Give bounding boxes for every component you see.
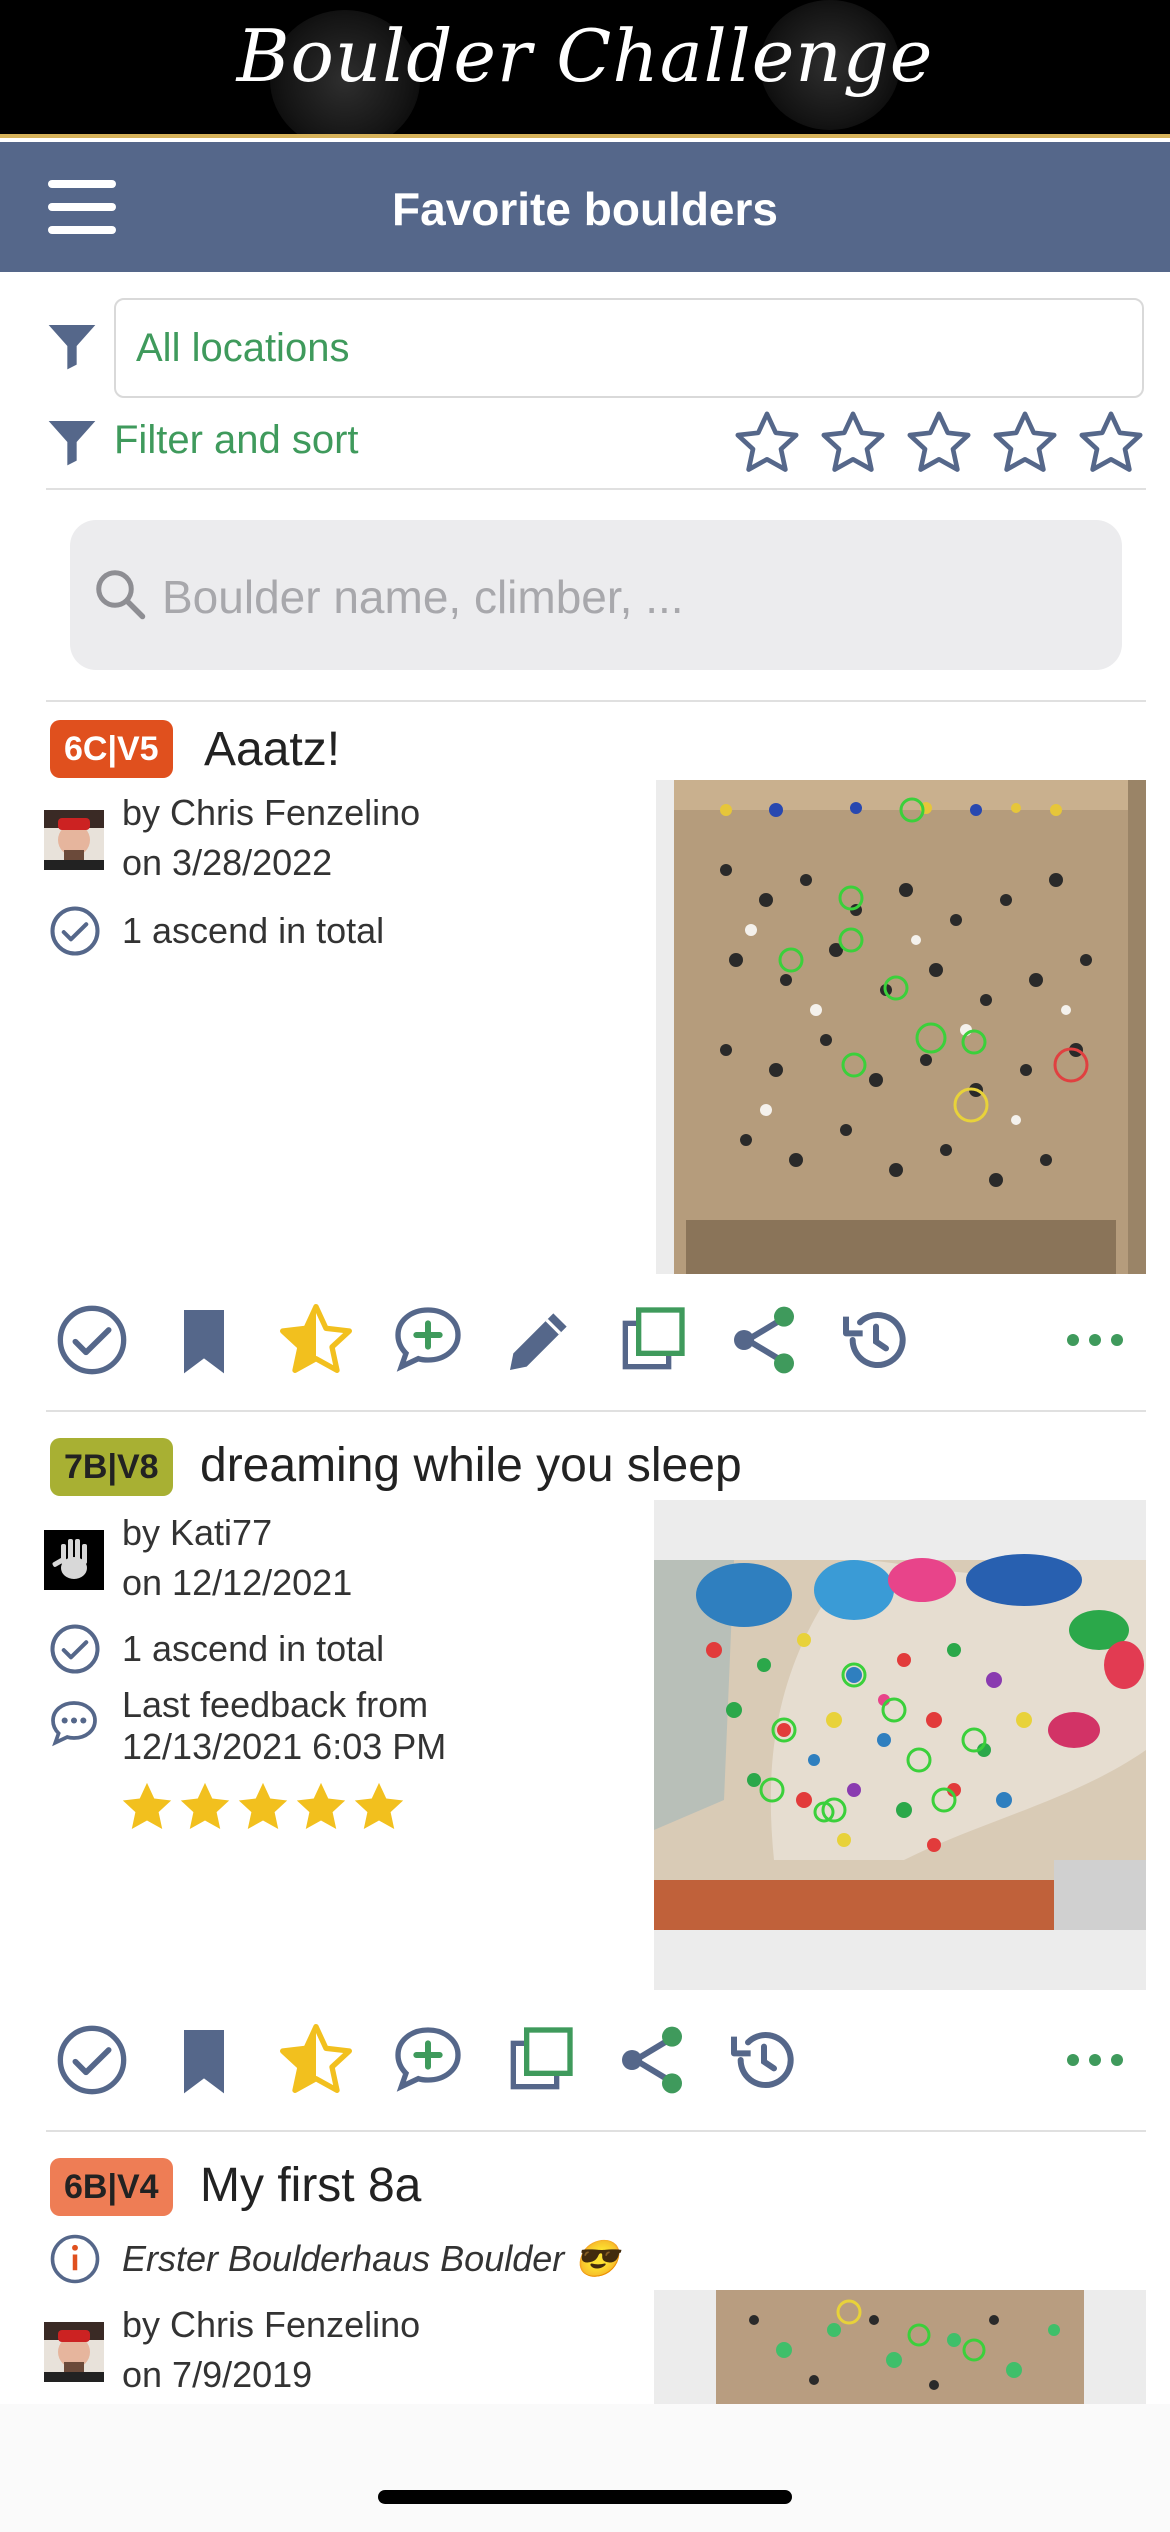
- check-circle-icon: [57, 2025, 127, 2095]
- divider: [46, 2130, 1146, 2132]
- star-filled-icon: [180, 1782, 230, 1829]
- divider: [46, 1410, 1146, 1412]
- boulder-date: on 12/12/2021: [122, 1562, 353, 1603]
- bookmark-icon: [184, 2030, 224, 2094]
- star-outline-icon[interactable]: [732, 408, 802, 478]
- check-circle-icon: [57, 1305, 127, 1375]
- feedback-rating: [118, 1778, 418, 1838]
- star-filled-icon: [122, 1782, 172, 1829]
- more-dots-icon: [1067, 1334, 1123, 1346]
- grade-badge: 6B|V4: [50, 2158, 173, 2216]
- divider: [46, 488, 1146, 490]
- comment-add-icon: [395, 1307, 461, 1372]
- bookmark-button[interactable]: [164, 1300, 244, 1380]
- navigation-bar: Favorite boulders: [0, 142, 1170, 272]
- climber-link[interactable]: by Chris Fenzelino: [122, 2304, 420, 2346]
- boulder-title[interactable]: dreaming while you sleep: [200, 1438, 742, 1493]
- search-input[interactable]: Boulder name, climber, ...: [70, 520, 1122, 670]
- search-placeholder: Boulder name, climber, ...: [162, 571, 684, 623]
- star-outline-icon[interactable]: [818, 408, 888, 478]
- more-dots-icon: [1067, 2054, 1123, 2066]
- more-button[interactable]: [1064, 1330, 1126, 1350]
- ascend-count: 1 ascend in total: [122, 910, 385, 951]
- comment-button[interactable]: [388, 2020, 468, 2100]
- edit-button[interactable]: [500, 1300, 580, 1380]
- avatar[interactable]: [44, 810, 104, 870]
- boulder-actions: [46, 2010, 1146, 2110]
- location-select[interactable]: All locations: [114, 298, 1144, 398]
- comment-dots-icon: [51, 1701, 97, 1747]
- rating-filter[interactable]: [732, 408, 1152, 478]
- bookmark-icon: [184, 1310, 224, 1374]
- pencil-icon: [510, 1313, 567, 1370]
- share-button[interactable]: [612, 2020, 692, 2100]
- info-icon: [50, 2234, 100, 2284]
- star-filled-icon: [354, 1782, 404, 1829]
- feedback-date: 12/13/2021 6:03 PM: [122, 1726, 447, 1767]
- comment-add-icon: [395, 2027, 461, 2092]
- search-icon: [96, 570, 146, 620]
- duplicate-button[interactable]: [612, 1300, 692, 1380]
- mark-ascent-button[interactable]: [52, 2020, 132, 2100]
- brand-banner: Boulder Challenge: [0, 0, 1170, 138]
- location-value: All locations: [136, 326, 350, 370]
- filter-sort-link[interactable]: Filter and sort: [114, 418, 359, 463]
- favorite-button[interactable]: [276, 2020, 356, 2100]
- avatar[interactable]: [44, 2322, 104, 2382]
- avatar[interactable]: [44, 1530, 104, 1590]
- star-half-icon: [280, 1304, 353, 1373]
- boulder-title[interactable]: My first 8a: [200, 2158, 421, 2213]
- filter-sort-icon[interactable]: [44, 414, 100, 470]
- duplicate-button[interactable]: [500, 2020, 580, 2100]
- copy-icon: [622, 1307, 685, 1370]
- boulder-date: on 7/9/2019: [122, 2354, 313, 2395]
- history-icon: [731, 2032, 794, 2088]
- history-button[interactable]: [836, 1300, 916, 1380]
- favorite-button[interactable]: [276, 1300, 356, 1380]
- grade-badge: 7B|V8: [50, 1438, 173, 1496]
- boulder-photo[interactable]: [656, 780, 1146, 1274]
- boulder-description: Erster Boulderhaus Boulder 😎: [122, 2238, 620, 2279]
- climber-link[interactable]: by Chris Fenzelino: [122, 792, 420, 834]
- comment-button[interactable]: [388, 1300, 468, 1380]
- share-button[interactable]: [724, 1300, 804, 1380]
- boulder-photo[interactable]: [654, 2290, 1146, 2404]
- filter-icon: [48, 325, 96, 370]
- boulder-photo[interactable]: [654, 1500, 1146, 1990]
- brand-divider: [0, 134, 1170, 138]
- star-outline-icon[interactable]: [904, 408, 974, 478]
- star-filled-icon: [238, 1782, 288, 1829]
- bottom-safe-area: [0, 2404, 1170, 2532]
- share-icon: [622, 2026, 682, 2094]
- ascend-count: 1 ascend in total: [122, 1628, 385, 1669]
- star-half-icon: [280, 2024, 353, 2093]
- star-filled-icon: [296, 1782, 346, 1829]
- boulder-date: on 3/28/2022: [122, 842, 333, 883]
- history-button[interactable]: [724, 2020, 804, 2100]
- copy-icon: [510, 2027, 573, 2090]
- check-circle-icon: [50, 1624, 100, 1674]
- star-outline-icon[interactable]: [990, 408, 1060, 478]
- more-button[interactable]: [1064, 2050, 1126, 2070]
- history-icon: [843, 1312, 906, 1368]
- grade-badge: 6C|V5: [50, 720, 173, 778]
- app-logo: Boulder Challenge: [236, 14, 934, 98]
- feedback-label: Last feedback from: [122, 1684, 429, 1725]
- boulder-title[interactable]: Aaatz!: [204, 722, 340, 777]
- star-outline-icon[interactable]: [1076, 408, 1146, 478]
- home-indicator[interactable]: [378, 2490, 792, 2504]
- page-title: Favorite boulders: [392, 183, 778, 235]
- climber-link[interactable]: by Kati77: [122, 1512, 272, 1554]
- divider: [46, 700, 1146, 702]
- boulder-actions: [46, 1290, 1146, 1390]
- bookmark-button[interactable]: [164, 2020, 244, 2100]
- mark-ascent-button[interactable]: [52, 1300, 132, 1380]
- check-circle-icon: [50, 906, 100, 956]
- share-icon: [734, 1306, 794, 1374]
